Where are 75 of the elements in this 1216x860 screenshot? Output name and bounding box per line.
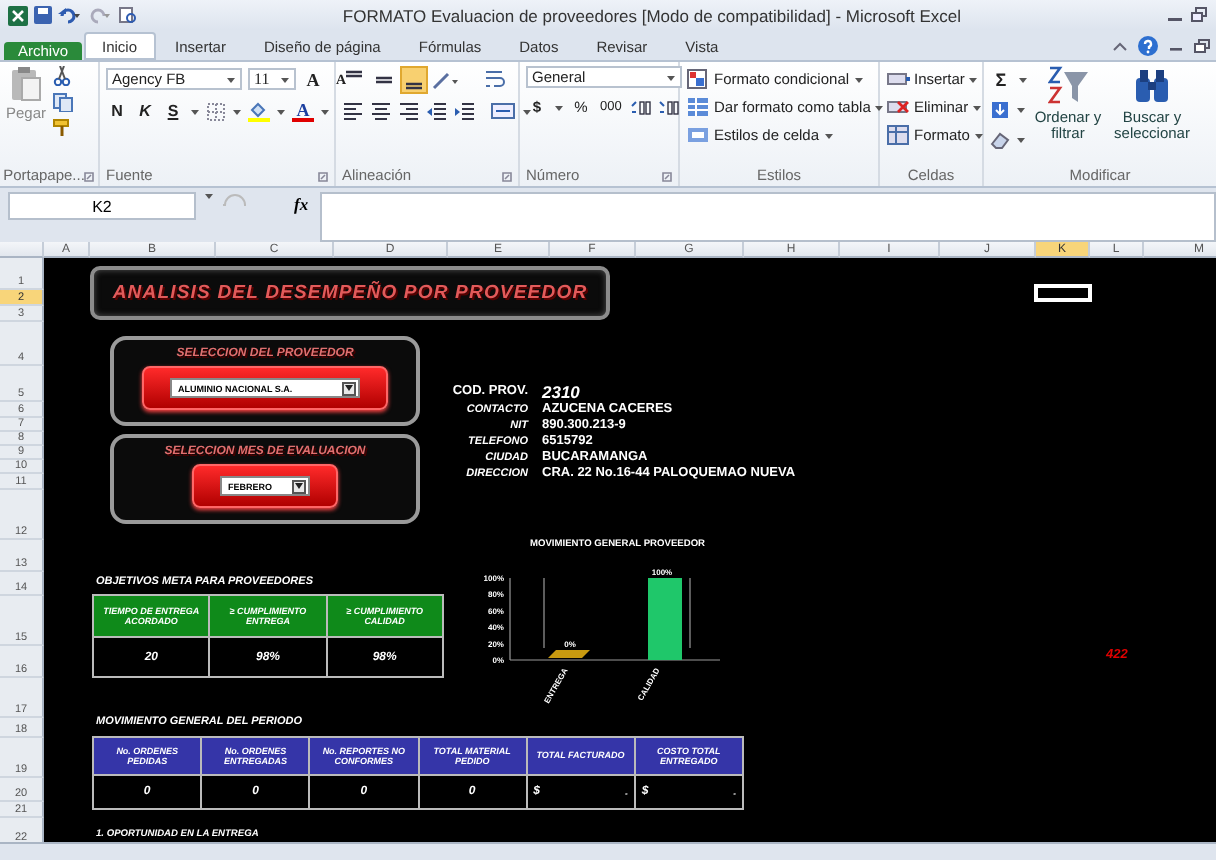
save-icon[interactable] — [34, 6, 52, 24]
name-box[interactable]: K2 — [8, 192, 196, 220]
increase-indent-icon[interactable] — [454, 100, 476, 122]
table-format-icon — [686, 96, 710, 118]
caret-icon[interactable] — [1016, 135, 1026, 143]
caret-icon[interactable] — [554, 103, 564, 111]
dropdown-arrow-icon — [294, 482, 304, 490]
autosum-button[interactable]: Σ — [990, 68, 1012, 90]
excel-icon[interactable] — [8, 5, 28, 25]
window-title: FORMATO Evaluacion de proveedores [Modo de compatibilidad] - Microsoft Excel — [340, 5, 964, 25]
font-size-field[interactable]: 11 — [248, 68, 296, 90]
cut-icon[interactable] — [52, 66, 73, 86]
caret-icon[interactable] — [320, 107, 330, 115]
copy-icon[interactable] — [52, 92, 77, 112]
underline-button[interactable]: S — [162, 100, 184, 122]
dropdown-arrow-icon[interactable] — [226, 75, 236, 83]
text-orientation-icon[interactable] — [432, 69, 460, 89]
caret-icon[interactable] — [823, 131, 834, 139]
caret-icon[interactable] — [276, 107, 286, 115]
format-painter-icon[interactable] — [52, 118, 73, 138]
font-color-button[interactable]: A — [292, 100, 314, 122]
formula-input[interactable] — [320, 192, 1216, 242]
dropdown-arrow-icon[interactable] — [280, 75, 290, 83]
binoculars-icon — [1132, 66, 1172, 106]
field-value: 2310 — [542, 382, 582, 402]
print-preview-icon[interactable] — [118, 6, 138, 24]
dialog-launcher-icon[interactable] — [662, 172, 672, 182]
caret-icon[interactable] — [1016, 105, 1026, 113]
caret-icon[interactable] — [972, 103, 983, 111]
align-right-icon[interactable] — [398, 100, 420, 122]
paste-icon — [10, 66, 42, 102]
caret-icon[interactable] — [874, 103, 885, 111]
insert-cells-icon — [886, 68, 910, 90]
fill-icon[interactable] — [990, 99, 1010, 119]
caret-icon[interactable] — [232, 107, 242, 115]
cell-styles-icon — [686, 124, 710, 146]
eraser-icon[interactable] — [990, 129, 1010, 149]
help-icon[interactable] — [1138, 36, 1158, 56]
caret-icon[interactable] — [968, 75, 979, 83]
grow-font-button[interactable]: A — [302, 68, 324, 90]
wrap-text-icon[interactable] — [482, 67, 506, 91]
dialog-launcher-icon[interactable] — [84, 172, 95, 182]
selected-cell[interactable] — [1034, 284, 1092, 302]
dialog-launcher-icon[interactable] — [318, 172, 328, 182]
merge-cells-icon[interactable] — [490, 100, 516, 122]
undo-icon[interactable] — [58, 6, 82, 24]
align-left-icon[interactable] — [342, 100, 364, 122]
dropdown-arrow-icon[interactable] — [204, 192, 214, 200]
increase-decimal-icon[interactable] — [629, 97, 652, 117]
y-axis — [509, 577, 511, 661]
conditional-format-icon — [686, 68, 710, 90]
dropdown-arrow-icon — [344, 384, 354, 392]
insert-function-button[interactable]: fx — [294, 192, 309, 216]
fill-color-icon[interactable] — [248, 100, 270, 122]
chart-bar — [648, 578, 682, 660]
sort-filter-icon — [1048, 66, 1088, 106]
page-heading: ANALISIS DEL DESEMPEÑO POR PROVEEDOR — [112, 282, 588, 304]
dropdown-arrow-icon[interactable] — [666, 73, 676, 81]
chart-bar — [548, 650, 590, 658]
caret-icon[interactable] — [973, 131, 984, 139]
align-bottom-icon[interactable] — [402, 67, 426, 91]
bold-button[interactable]: N — [106, 100, 128, 122]
caret-icon[interactable] — [853, 75, 864, 83]
borders-icon[interactable] — [206, 101, 226, 121]
caret-icon[interactable] — [522, 107, 532, 115]
decrease-indent-icon[interactable] — [426, 100, 448, 122]
format-cells-icon — [886, 124, 910, 146]
decrease-decimal-icon[interactable] — [657, 97, 680, 117]
italic-button[interactable]: K — [134, 100, 156, 122]
align-center-icon[interactable] — [370, 100, 392, 122]
caret-icon[interactable] — [1018, 75, 1028, 83]
minimize-ribbon-icon[interactable] — [1112, 38, 1128, 54]
dialog-launcher-icon[interactable] — [502, 172, 512, 182]
delete-cells-icon — [886, 96, 910, 118]
caret-icon[interactable] — [190, 107, 200, 115]
